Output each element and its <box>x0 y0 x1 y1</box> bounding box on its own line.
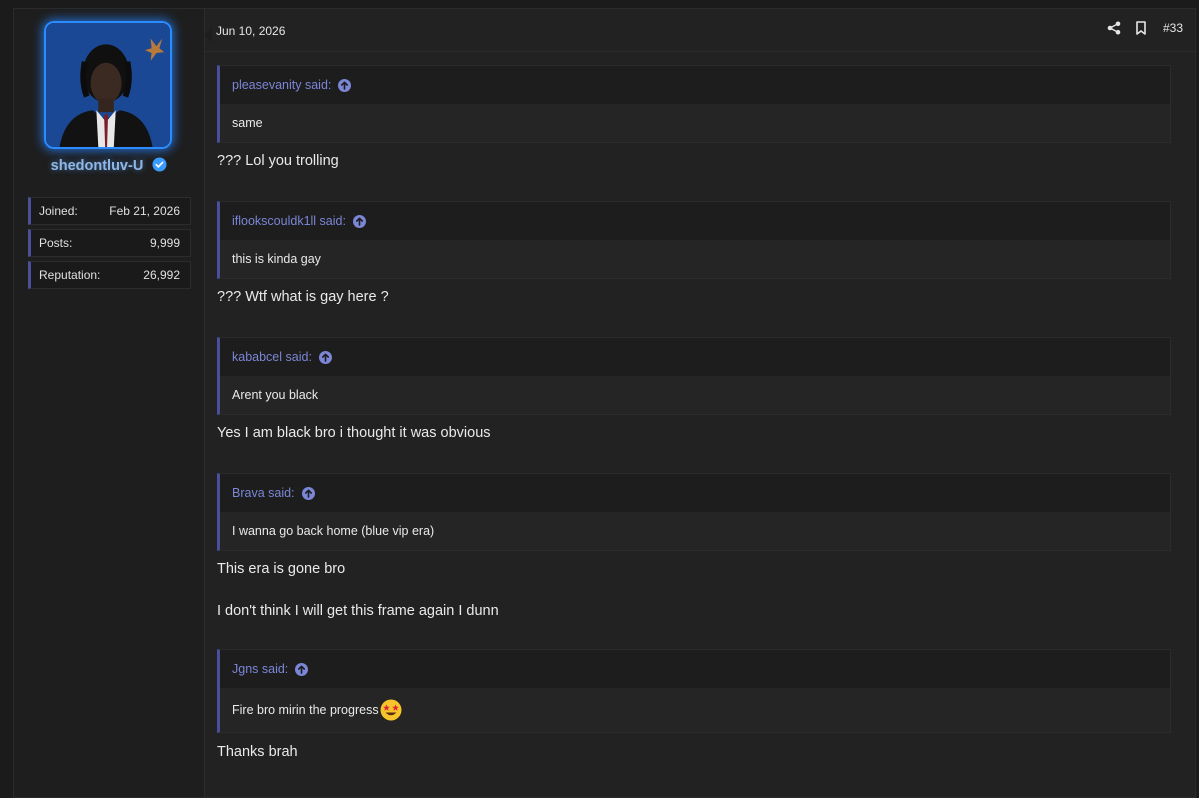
share-button[interactable] <box>1107 21 1121 35</box>
arrow-up-circle-icon[interactable] <box>338 78 352 92</box>
quote-header[interactable]: Jgns said: <box>220 650 1170 688</box>
quote-text-content: same <box>232 116 263 130</box>
reply-text: Thanks brah <box>217 744 298 760</box>
quote-author[interactable]: kababcel said: <box>232 350 312 364</box>
avatar-image <box>46 23 170 147</box>
post-actions: #33 <box>1093 21 1183 35</box>
quote-author[interactable]: Brava said: <box>232 486 295 500</box>
reply-text: ??? Wtf what is gay here ? <box>217 289 389 305</box>
quote-author[interactable]: Jgns said: <box>232 662 288 676</box>
stat-label: Posts: <box>39 236 73 250</box>
stat-label: Joined: <box>39 204 78 218</box>
username[interactable]: shedontluv-U <box>14 157 204 174</box>
star-struck-emoji <box>380 699 402 721</box>
post-date[interactable]: Jun 10, 2026 <box>216 24 285 38</box>
quote-text: same <box>220 104 1170 142</box>
stat-value: 26,992 <box>143 268 180 282</box>
quote-text-content: this is kinda gay <box>232 252 321 266</box>
quote-block: iflookscouldk1ll said: this is kinda gay <box>217 201 1171 279</box>
stat-value: Feb 21, 2026 <box>109 204 180 218</box>
quote-author[interactable]: pleasevanity said: <box>232 78 331 92</box>
arrow-up-circle-icon[interactable] <box>352 214 366 228</box>
quote-header[interactable]: Brava said: <box>220 474 1170 512</box>
reply-text: ??? Lol you trolling <box>217 153 339 169</box>
quote-text: Arent you black <box>220 376 1170 414</box>
bookmark-button[interactable] <box>1135 21 1147 35</box>
user-stats: Joined: Feb 21, 2026 Posts: 9,999 Reputa… <box>28 197 191 293</box>
quote-header[interactable]: iflookscouldk1ll said: <box>220 202 1170 240</box>
quote-block: Brava said: I wanna go back home (blue v… <box>217 473 1171 551</box>
quote-header[interactable]: kababcel said: <box>220 338 1170 376</box>
quote-text-content: I wanna go back home (blue vip era) <box>232 524 435 538</box>
post-number-link[interactable]: #33 <box>1163 21 1183 35</box>
reply-text: This era is gone bro <box>217 561 346 577</box>
post-container: shedontluv-U Joined: Feb 21, 2026 Posts:… <box>13 8 1196 798</box>
bookmark-icon <box>1136 21 1146 35</box>
stat-value: 9,999 <box>149 236 180 250</box>
quote-text-content: Fire bro mirin the progress <box>232 703 379 717</box>
arrow-up-circle-icon[interactable] <box>318 350 332 364</box>
verified-check-icon <box>152 157 167 172</box>
post-content: pleasevanity said: same ??? Lol you trol… <box>217 65 1171 761</box>
stat-reputation: Reputation: 26,992 <box>28 261 191 289</box>
quote-header[interactable]: pleasevanity said: <box>220 66 1170 104</box>
quote-text: Fire bro mirin the progress <box>220 688 1170 732</box>
stat-joined: Joined: Feb 21, 2026 <box>28 197 191 225</box>
arrow-up-circle-icon[interactable] <box>295 662 309 676</box>
username-text[interactable]: shedontluv-U <box>51 158 144 174</box>
quote-block: kababcel said: Arent you black <box>217 337 1171 415</box>
avatar[interactable] <box>44 21 172 149</box>
quote-block: Jgns said: Fire bro mirin the progress <box>217 649 1171 733</box>
share-icon <box>1107 21 1121 35</box>
user-info-column: shedontluv-U Joined: Feb 21, 2026 Posts:… <box>14 9 205 797</box>
quote-author[interactable]: iflookscouldk1ll said: <box>232 214 346 228</box>
quote-text-content: Arent you black <box>232 388 319 402</box>
arrow-up-circle-icon[interactable] <box>301 486 315 500</box>
stat-label: Reputation: <box>39 268 101 282</box>
reply-text: I don't think I will get this frame agai… <box>217 603 499 619</box>
quote-text: I wanna go back home (blue vip era) <box>220 512 1170 550</box>
stat-posts: Posts: 9,999 <box>28 229 191 257</box>
quote-text: this is kinda gay <box>220 240 1170 278</box>
post-header: Jun 10, 2026 #33 <box>205 9 1195 52</box>
quote-block: pleasevanity said: same <box>217 65 1171 143</box>
reply-text: Yes I am black bro i thought it was obvi… <box>217 425 491 441</box>
